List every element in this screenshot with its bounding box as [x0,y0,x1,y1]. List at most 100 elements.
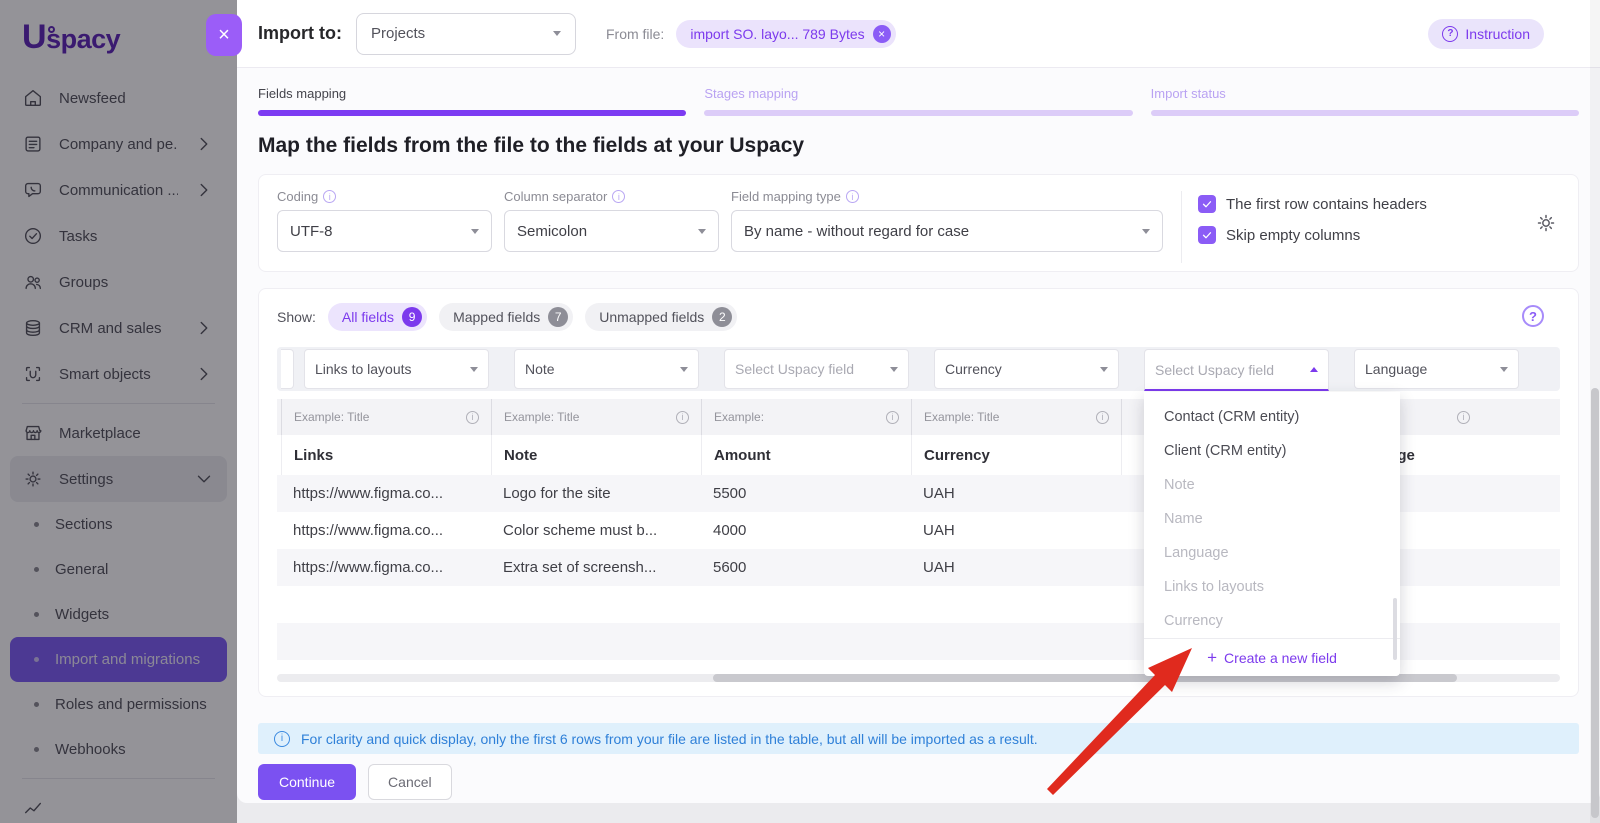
chevron-down-icon [680,367,688,372]
step-progress-bar [1151,110,1579,116]
dropdown-option-note[interactable]: Note [1144,468,1400,502]
info-icon: i [846,190,859,203]
divider [1181,191,1182,263]
column-header: Links [281,435,491,475]
import-to-label: Import to: [258,23,342,44]
count-badge: 2 [712,307,732,327]
chevron-down-icon [1500,367,1508,372]
example-cell: Example:i [701,399,911,435]
plus-icon: + [1207,649,1217,666]
table-cell: 4000 [701,512,911,549]
info-icon: i [612,190,625,203]
checked-checkbox-icon [1198,195,1216,213]
example-cell: Example: Titlei [491,399,701,435]
step-import-status: Import status [1151,86,1579,116]
step-progress-bar [258,110,686,116]
chevron-down-icon [553,31,561,36]
continue-button[interactable]: Continue [258,764,356,800]
coding-select[interactable]: UTF-8 [277,210,492,252]
footer-actions: Continue Cancel [258,764,1579,800]
file-chip: import SO. layo... 789 Bytes × [676,20,895,48]
info-icon: i [676,411,689,424]
field-select-currency[interactable]: Currency [934,349,1119,389]
sidebar-dim-overlay [0,0,237,823]
mapping-type-select[interactable]: By name - without regard for case [731,210,1163,252]
info-icon: i [886,411,899,424]
filter-all-fields[interactable]: All fields 9 [328,303,427,331]
count-badge: 9 [402,307,422,327]
filter-mapped-fields[interactable]: Mapped fields 7 [439,303,573,331]
example-cell: Example: Titlei [281,399,491,435]
create-new-field-button[interactable]: + Create a new field [1144,638,1400,676]
dropdown-option-name[interactable]: Name [1144,502,1400,536]
table-cell: UAH [911,475,1121,512]
separator-select[interactable]: Semicolon [504,210,719,252]
clipped-field-select [281,349,294,389]
cancel-button[interactable]: Cancel [368,764,452,800]
table-cell: Extra set of screensh... [491,549,701,586]
table-cell: Logo for the site [491,475,701,512]
show-label: Show: [277,309,316,325]
skip-empty-columns-checkbox[interactable]: Skip empty columns [1198,226,1427,244]
mapping-type-field: Field mapping type i By name - without r… [731,189,1163,252]
step-progress-bar [704,110,1132,116]
import-topbar: Import to: Projects From file: import SO… [237,0,1600,68]
gear-icon [1534,211,1558,235]
field-select-links[interactable]: Links to layouts [304,349,489,389]
scrollbar-thumb[interactable] [1591,388,1599,818]
from-file-label: From file: [606,26,664,42]
coding-field: Coding i UTF-8 [277,189,492,252]
chevron-down-icon [890,367,898,372]
info-icon: i [274,731,290,747]
dropdown-scrollbar-thumb[interactable] [1393,598,1397,660]
import-entity-select[interactable]: Projects [356,13,576,55]
info-icon: i [1096,411,1109,424]
remove-file-icon[interactable]: × [873,25,891,43]
chevron-down-icon [470,367,478,372]
field-select-note[interactable]: Note [514,349,699,389]
field-select-language[interactable]: Language [1354,349,1519,389]
column-header: Note [491,435,701,475]
close-sidebar-button[interactable]: × [206,14,242,56]
wizard-steps: Fields mapping Stages mapping Import sta… [237,68,1600,116]
checked-checkbox-icon [1198,226,1216,244]
question-icon: ? [1442,26,1458,42]
import-options-card: Coding i UTF-8 Column separator i Semico… [258,174,1579,272]
table-cell: Color scheme must b... [491,512,701,549]
example-cell: Example: Titlei [911,399,1121,435]
table-cell: 5500 [701,475,911,512]
field-mapping-select-row: Links to layouts Note Select Uspacy fiel… [277,347,1560,391]
field-select-amount[interactable]: Select Uspacy field [724,349,909,389]
count-badge: 7 [548,307,568,327]
table-cell: https://www.figma.co... [281,475,491,512]
step-stages-mapping: Stages mapping [704,86,1132,116]
table-cell: 5600 [701,549,911,586]
show-filter-row: Show: All fields 9 Mapped fields 7 Unmap… [277,303,1560,331]
file-chip-text: import SO. layo... 789 Bytes [690,26,864,42]
coding-label: Coding [277,189,318,204]
field-select-open[interactable]: Select Uspacy field [1144,349,1329,391]
vertical-scrollbar[interactable] [1590,0,1600,823]
dropdown-option-currency[interactable]: Currency [1144,604,1400,638]
table-cell: https://www.figma.co... [281,512,491,549]
advanced-settings-button[interactable] [1534,211,1558,238]
table-cell: https://www.figma.co... [281,549,491,586]
mapping-type-label: Field mapping type [731,189,841,204]
table-cell: UAH [911,549,1121,586]
dropdown-option-contact[interactable]: Contact (CRM entity) [1144,400,1400,434]
dropdown-option-client[interactable]: Client (CRM entity) [1144,434,1400,468]
chevron-up-icon [1310,367,1318,372]
dropdown-option-language[interactable]: Language [1144,536,1400,570]
uspacy-field-dropdown: Contact (CRM entity) Client (CRM entity)… [1144,392,1400,676]
instruction-button[interactable]: ? Instruction [1428,19,1544,49]
filter-unmapped-fields[interactable]: Unmapped fields 2 [585,303,737,331]
step-fields-mapping: Fields mapping [258,86,686,116]
table-cell: UAH [911,512,1121,549]
first-row-headers-checkbox[interactable]: The first row contains headers [1198,195,1427,213]
column-header: Amount [701,435,911,475]
import-entity-value: Projects [371,25,425,42]
chevron-down-icon [1142,229,1150,234]
dropdown-option-links-to-layouts[interactable]: Links to layouts [1144,570,1400,604]
chevron-down-icon [1100,367,1108,372]
help-icon[interactable]: ? [1522,305,1544,327]
